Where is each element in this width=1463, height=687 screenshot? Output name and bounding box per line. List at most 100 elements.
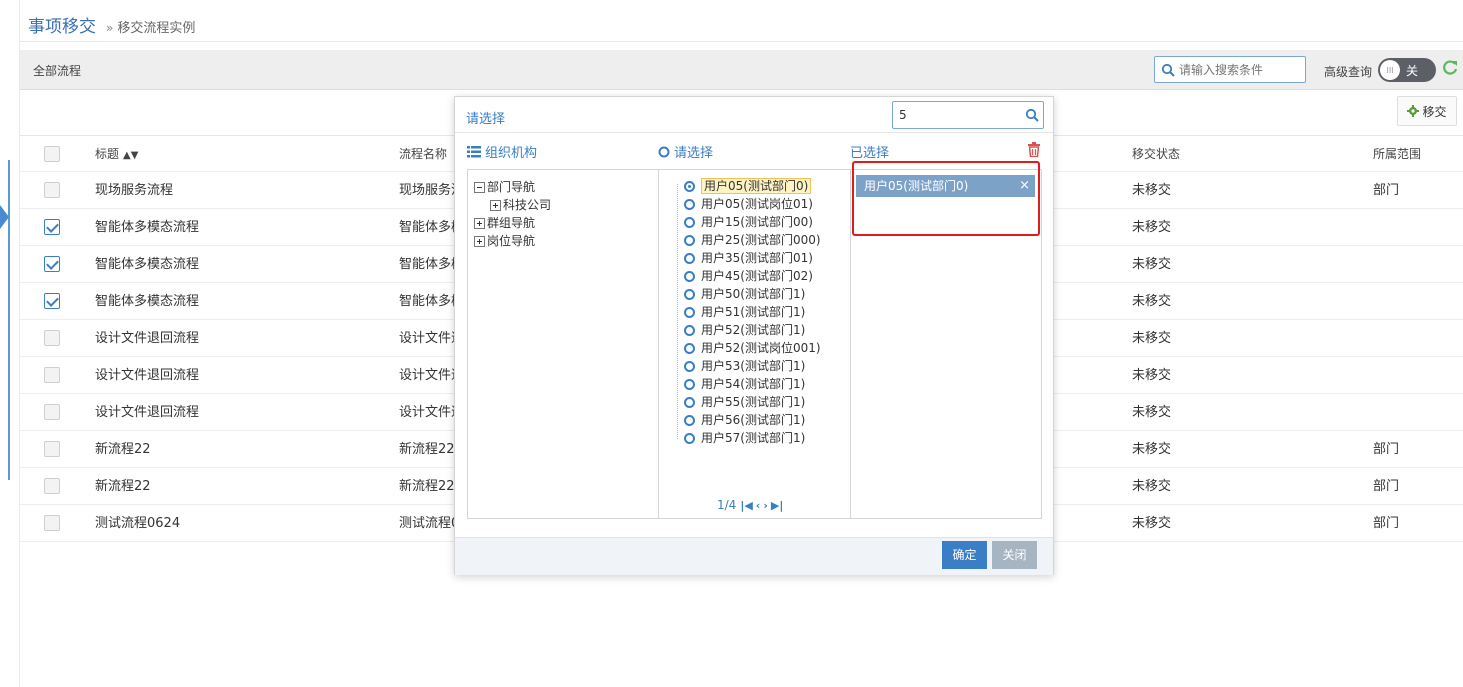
last-page-icon[interactable]: ▶| — [771, 499, 783, 512]
radio-icon[interactable] — [684, 432, 695, 444]
search-input[interactable] — [1179, 62, 1303, 77]
expand-icon[interactable] — [490, 199, 501, 211]
radio-icon[interactable] — [684, 414, 695, 426]
radio-icon[interactable] — [684, 252, 695, 264]
prev-page-icon[interactable]: ‹ — [756, 499, 761, 512]
close-button[interactable]: 关闭 — [992, 541, 1037, 569]
tree-node-group[interactable]: 群组导航 — [474, 214, 551, 232]
refresh-icon[interactable] — [1441, 59, 1459, 77]
row-checkbox[interactable] — [44, 181, 60, 198]
row-flow-name: 设计文件退回流程 — [399, 331, 455, 346]
search-icon[interactable] — [1025, 108, 1039, 122]
row-status: 未移交 — [1132, 516, 1172, 531]
radio-icon[interactable] — [684, 378, 695, 390]
row-title[interactable]: 新流程22 — [95, 468, 395, 505]
row-checkbox[interactable] — [44, 292, 60, 309]
chosen-user-chip[interactable]: 用户05(测试部门0) × — [856, 175, 1035, 197]
row-checkbox[interactable] — [44, 403, 60, 420]
user-option[interactable]: 用户35(测试部门01) — [684, 249, 821, 267]
row-title[interactable]: 新流程22 — [95, 431, 395, 468]
row-checkbox[interactable] — [44, 218, 60, 235]
header-title-cell[interactable]: 标题 ▲▼ — [95, 136, 395, 173]
advanced-search-label: 高级查询 — [1324, 65, 1373, 79]
header-status: 移交状态 — [1132, 147, 1181, 161]
user-option[interactable]: 用户05(测试岗位01) — [684, 195, 821, 213]
row-checkbox[interactable] — [44, 255, 60, 272]
user-option[interactable]: 用户54(测试部门1) — [684, 375, 821, 393]
search-box[interactable] — [1154, 56, 1306, 83]
user-option[interactable]: 用户57(测试部门1) — [684, 429, 821, 447]
row-checkbox[interactable] — [44, 477, 60, 494]
radio-icon[interactable] — [684, 270, 695, 282]
radio-icon[interactable] — [684, 306, 695, 318]
user-option-label: 用户52(测试部门1) — [701, 323, 806, 337]
radio-icon[interactable] — [684, 288, 695, 300]
user-option[interactable]: 用户56(测试部门1) — [684, 411, 821, 429]
radio-icon[interactable] — [684, 360, 695, 372]
header-flow-name: 流程名称 — [399, 147, 448, 161]
org-header-label: 组织机构 — [485, 146, 538, 161]
tree-node-label[interactable]: 部门导航 — [487, 178, 535, 196]
row-title[interactable]: 智能体多模态流程 — [95, 246, 395, 283]
user-option-label: 用户53(测试部门1) — [701, 359, 806, 373]
row-title[interactable]: 测试流程0624 — [95, 505, 395, 542]
radio-icon[interactable] — [684, 216, 695, 228]
radio-icon[interactable] — [684, 180, 695, 192]
user-option-label: 用户35(测试部门01) — [701, 251, 813, 265]
radio-icon[interactable] — [684, 234, 695, 246]
next-page-icon[interactable]: › — [763, 499, 768, 512]
advanced-search-toggle[interactable]: III 关 — [1378, 58, 1436, 82]
row-flow-name: 现场服务流程 — [399, 183, 455, 198]
row-checkbox[interactable] — [44, 329, 60, 346]
dialog-search-input[interactable] — [899, 108, 1019, 122]
expand-icon[interactable] — [474, 235, 485, 247]
user-option[interactable]: 用户53(测试部门1) — [684, 357, 821, 375]
sidebar-collapse-arrow-icon[interactable] — [0, 205, 9, 229]
highlight-frame — [852, 161, 1040, 236]
first-page-icon[interactable]: |◀ — [740, 499, 752, 512]
user-option[interactable]: 用户05(测试部门0) — [684, 177, 821, 195]
transfer-button[interactable]: 移交 — [1397, 96, 1457, 126]
remove-chosen-icon[interactable]: × — [1019, 175, 1030, 197]
row-status: 未移交 — [1132, 405, 1172, 420]
row-flow-name: 新流程22 — [399, 442, 455, 457]
user-option[interactable]: 用户51(测试部门1) — [684, 303, 821, 321]
sort-icon[interactable]: ▲▼ — [123, 150, 138, 161]
row-title[interactable]: 设计文件退回流程 — [95, 394, 395, 431]
radio-icon[interactable] — [684, 324, 695, 336]
row-title[interactable]: 现场服务流程 — [95, 172, 395, 209]
row-checkbox[interactable] — [44, 514, 60, 531]
row-checkbox[interactable] — [44, 440, 60, 457]
row-flow-name: 测试流程0624 — [399, 516, 455, 531]
radio-icon[interactable] — [684, 342, 695, 354]
expand-icon[interactable] — [474, 217, 485, 229]
tree-node-dept[interactable]: 部门导航 — [474, 178, 551, 196]
tree-node-label[interactable]: 群组导航 — [487, 214, 535, 232]
dialog-search-box[interactable] — [892, 101, 1044, 129]
select-all-checkbox[interactable] — [44, 145, 60, 162]
row-title[interactable]: 设计文件退回流程 — [95, 357, 395, 394]
pager-status: 1/4 — [717, 498, 737, 512]
row-title[interactable]: 智能体多模态流程 — [95, 283, 395, 320]
user-option[interactable]: 用户52(测试部门1) — [684, 321, 821, 339]
radio-icon[interactable] — [684, 198, 695, 210]
radio-icon[interactable] — [684, 396, 695, 408]
tree-node-label[interactable]: 科技公司 — [503, 196, 551, 214]
row-flow-name: 智能体多模态流程 — [399, 220, 455, 235]
trash-icon[interactable] — [1027, 142, 1041, 157]
row-title[interactable]: 设计文件退回流程 — [95, 320, 395, 357]
user-option[interactable]: 用户55(测试部门1) — [684, 393, 821, 411]
user-option[interactable]: 用户15(测试部门00) — [684, 213, 821, 231]
row-checkbox[interactable] — [44, 366, 60, 383]
user-option[interactable]: 用户50(测试部门1) — [684, 285, 821, 303]
confirm-button[interactable]: 确定 — [942, 541, 987, 569]
user-option[interactable]: 用户52(测试岗位001) — [684, 339, 821, 357]
user-option[interactable]: 用户45(测试部门02) — [684, 267, 821, 285]
tree-node-label[interactable]: 岗位导航 — [487, 232, 535, 250]
row-scope: 部门 — [1373, 442, 1400, 457]
row-title[interactable]: 智能体多模态流程 — [95, 209, 395, 246]
tree-node-company[interactable]: 科技公司 — [474, 196, 551, 214]
user-option[interactable]: 用户25(测试部门000) — [684, 231, 821, 249]
collapse-icon[interactable] — [474, 181, 485, 193]
tree-node-post[interactable]: 岗位导航 — [474, 232, 551, 250]
